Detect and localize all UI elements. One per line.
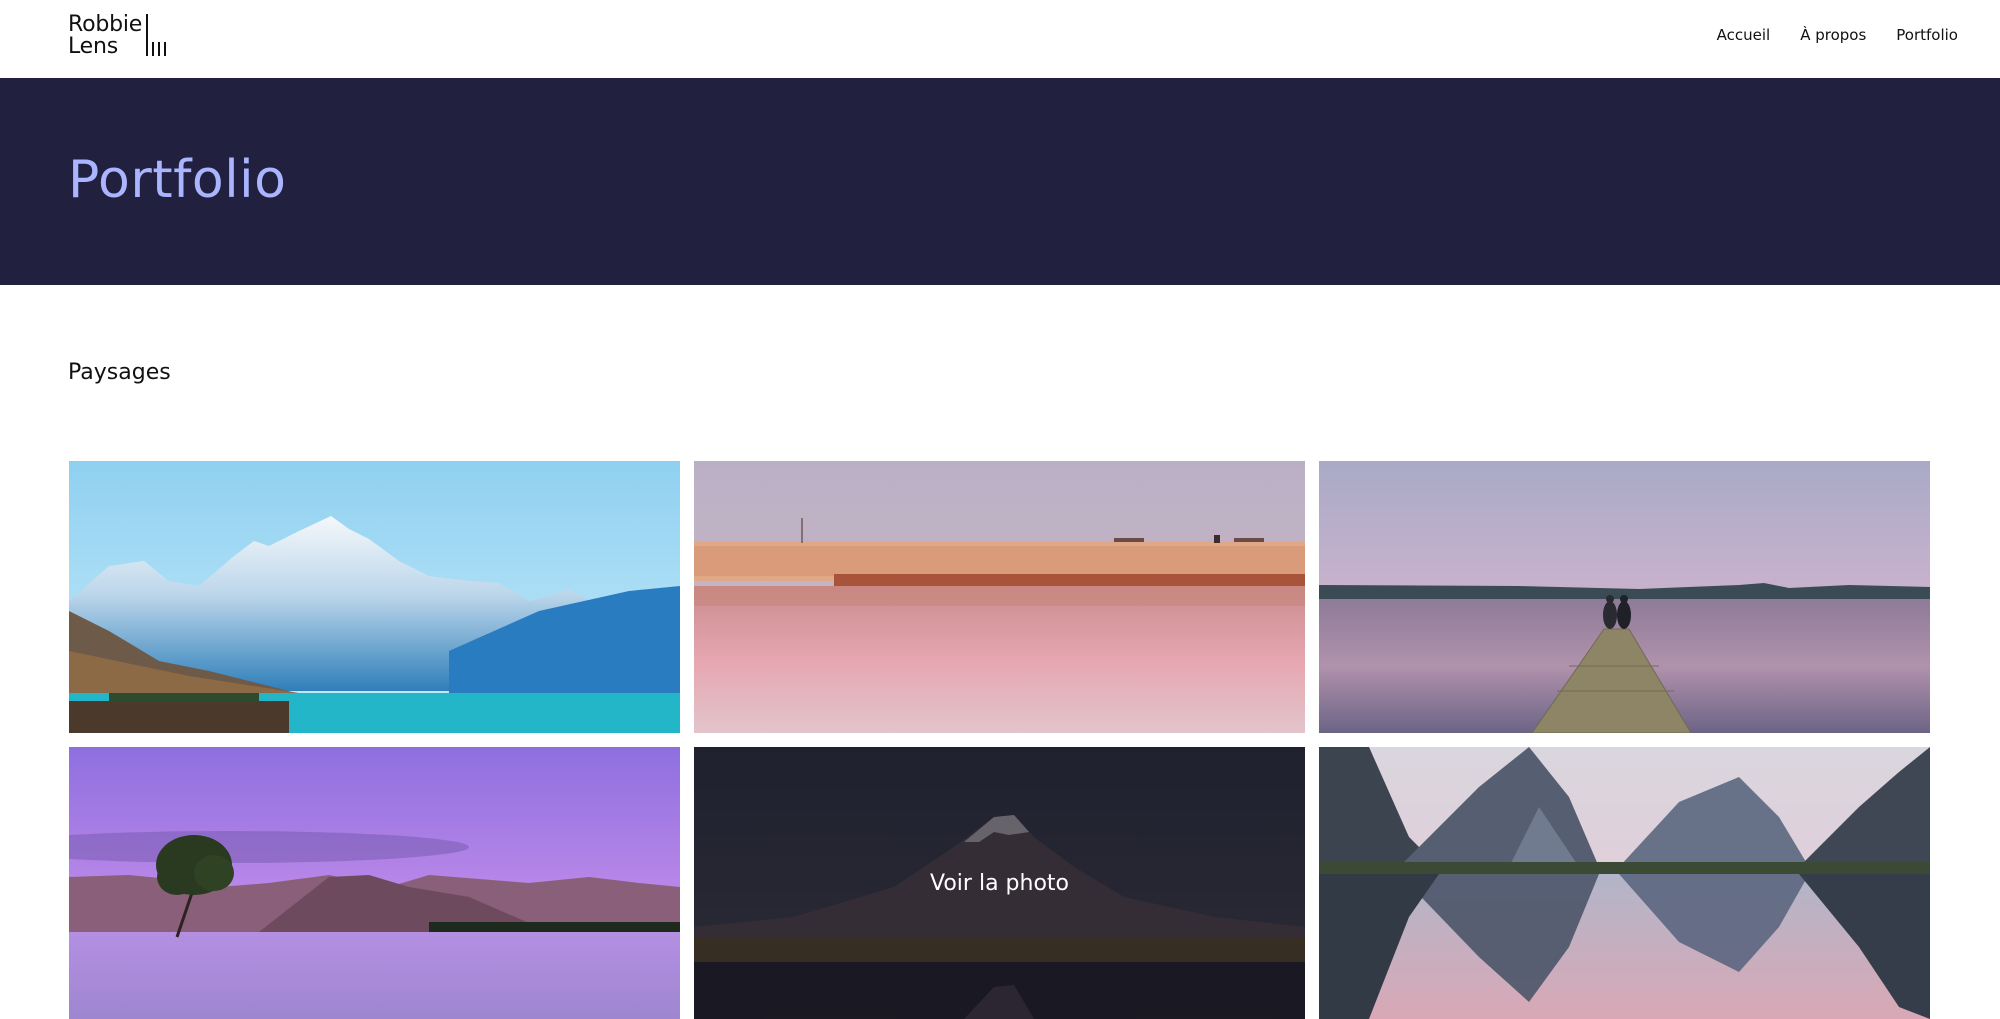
lone-tree-image bbox=[69, 747, 680, 1019]
nav-link-a-propos[interactable]: À propos bbox=[1800, 26, 1866, 44]
site-logo[interactable]: Robbie Lens bbox=[68, 12, 166, 59]
logo-line-2: Lens bbox=[68, 34, 119, 59]
section-title: Paysages bbox=[68, 360, 171, 385]
nav-link-portfolio[interactable]: Portfolio bbox=[1896, 26, 1958, 44]
mountain-lake-image bbox=[69, 461, 680, 733]
photo-gallery: Voir la photo bbox=[69, 461, 1931, 1019]
photo-card-jetty-sunset[interactable] bbox=[1319, 461, 1930, 733]
view-photo-overlay[interactable]: Voir la photo bbox=[694, 747, 1305, 1019]
photo-card-fjord[interactable] bbox=[1319, 747, 1930, 1019]
main-nav: Accueil À propos Portfolio bbox=[1717, 26, 1958, 44]
photo-card-volcano[interactable]: Voir la photo bbox=[694, 747, 1305, 1019]
view-photo-label: Voir la photo bbox=[930, 870, 1069, 896]
beach-reflection-image bbox=[694, 461, 1305, 733]
logo-line-1: Robbie bbox=[68, 12, 143, 37]
logo-bars-icon bbox=[146, 14, 166, 56]
hero-banner: Portfolio bbox=[0, 78, 2000, 285]
photo-card-beach-reflection[interactable] bbox=[694, 461, 1305, 733]
nav-link-accueil[interactable]: Accueil bbox=[1717, 26, 1771, 44]
photo-card-mountain-lake[interactable] bbox=[69, 461, 680, 733]
jetty-sunset-image bbox=[1319, 461, 1930, 733]
fjord-image bbox=[1319, 747, 1930, 1019]
photo-card-lone-tree[interactable] bbox=[69, 747, 680, 1019]
page-title: Portfolio bbox=[68, 150, 287, 210]
top-navigation-bar: Robbie Lens Accueil À propos Portfolio bbox=[0, 0, 2000, 79]
